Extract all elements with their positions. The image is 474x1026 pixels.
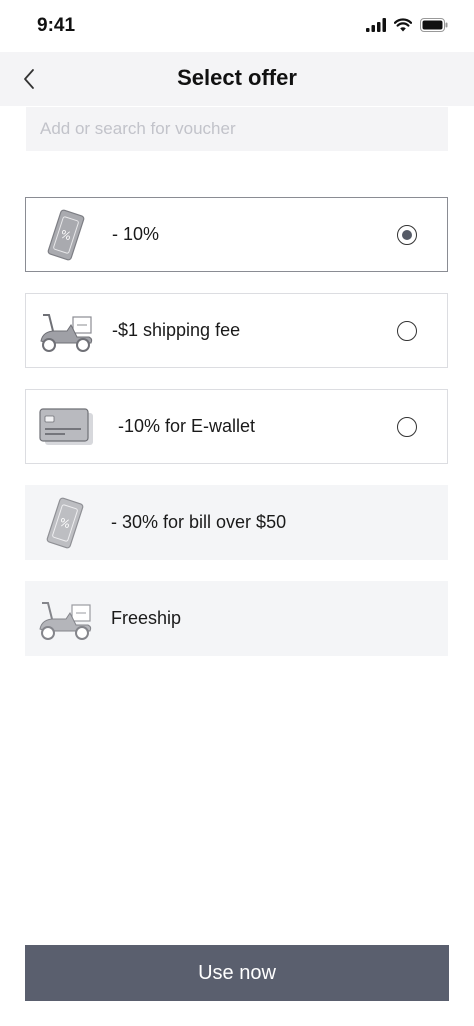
offer-radio[interactable] — [397, 321, 417, 341]
offer-radio[interactable] — [397, 417, 417, 437]
offer-label: - 30% for bill over $50 — [111, 512, 287, 532]
voucher-icon: % — [29, 493, 101, 553]
scooter-icon — [30, 301, 102, 361]
voucher-icon: % — [30, 205, 102, 265]
offer-item-10-percent[interactable]: % - 10% — [25, 197, 448, 272]
status-icons — [366, 18, 448, 32]
nav-bar: Select offer — [0, 52, 474, 106]
signal-icon — [366, 18, 386, 32]
offer-item-e-wallet[interactable]: -10% for E-wallet — [25, 389, 448, 464]
scooter-icon — [29, 589, 101, 649]
use-now-button[interactable]: Use now — [25, 945, 449, 1001]
radio-dot — [402, 230, 412, 240]
offer-item-freeship: Freeship — [25, 581, 448, 656]
offer-radio-selected[interactable] — [397, 225, 417, 245]
card-icon — [30, 397, 102, 457]
voucher-search-input[interactable] — [26, 107, 448, 151]
status-bar: 9:41 — [0, 0, 474, 52]
battery-icon — [420, 18, 448, 32]
offer-label: Freeship — [111, 608, 182, 628]
wifi-icon — [394, 18, 412, 32]
page-title: Select offer — [177, 65, 297, 90]
status-time: 9:41 — [37, 15, 76, 36]
offer-item-shipping-fee[interactable]: -$1 shipping fee — [25, 293, 448, 368]
offer-item-30-percent: % - 30% for bill over $50 — [25, 485, 448, 560]
